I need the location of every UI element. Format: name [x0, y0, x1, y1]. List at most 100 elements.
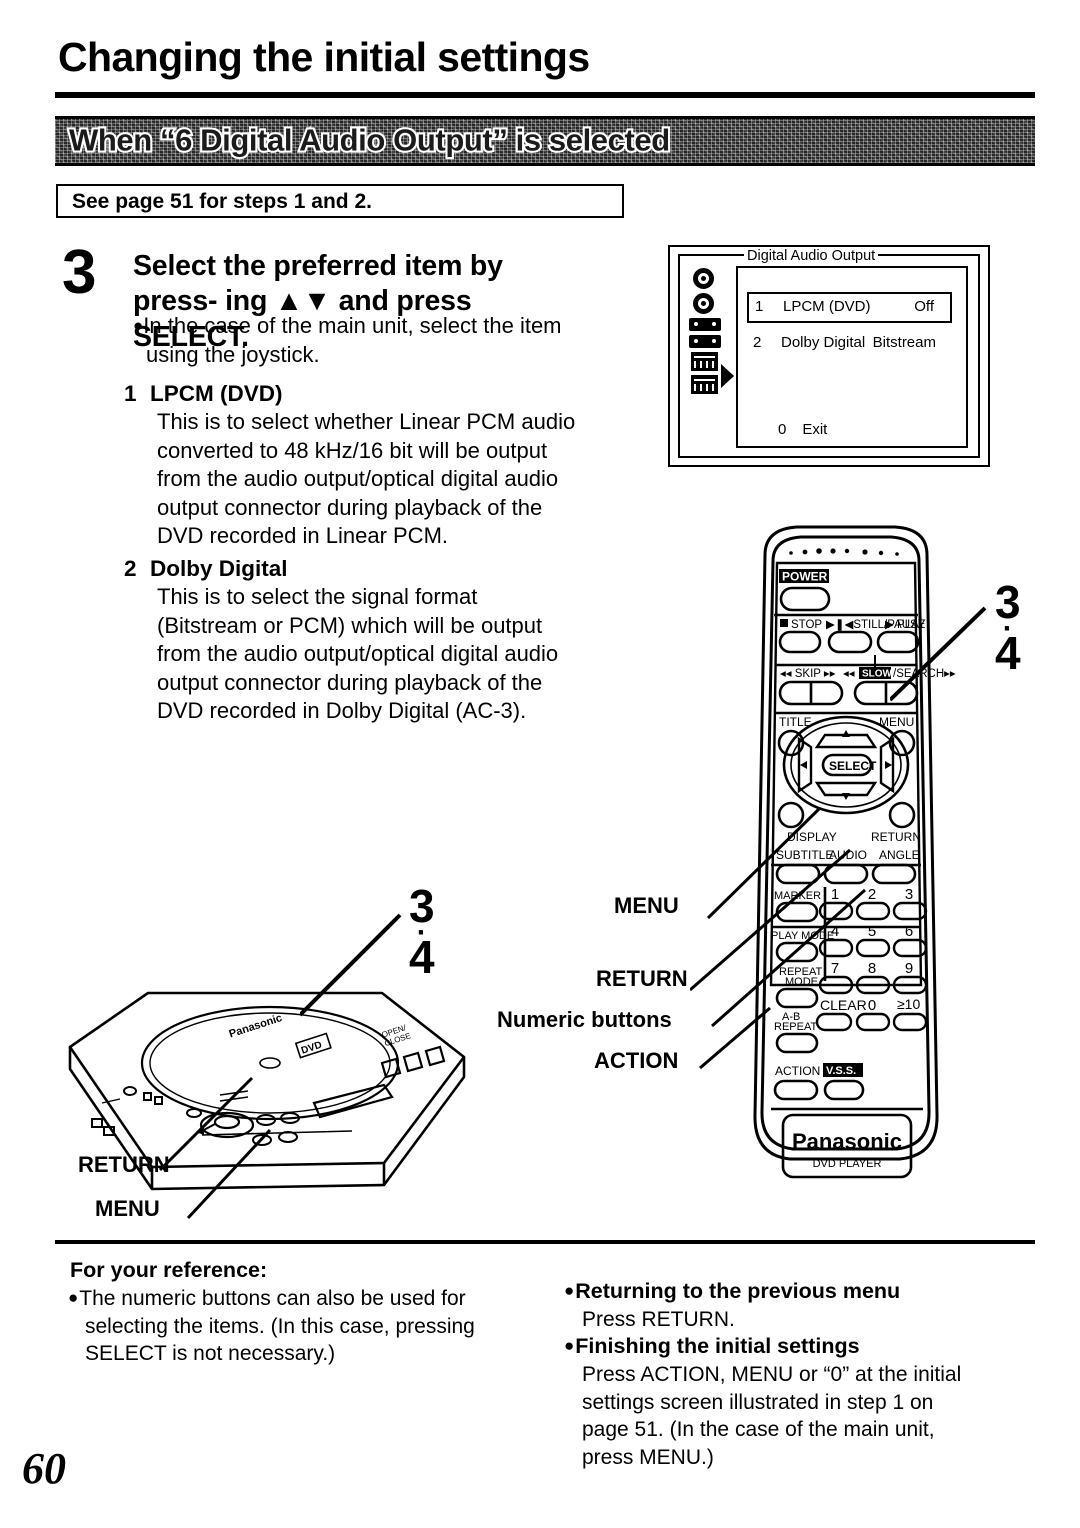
- video-output-icon: [689, 318, 721, 331]
- manual-page: Changing the initial settings When “6 Di…: [0, 0, 1080, 1528]
- left-arrow-icon: [800, 761, 807, 769]
- svg-text:POWER: POWER: [782, 570, 828, 584]
- osd-selection-pointer-icon: [721, 364, 734, 388]
- footer-right-body: Press ACTION, MENU or “0” at the initial…: [564, 1361, 1034, 1471]
- footer-right-body: Press RETURN.: [564, 1306, 1034, 1334]
- callout-unit-menu: MENU: [95, 1196, 160, 1221]
- osd-row-highlighted[interactable]: 1 LPCM (DVD) Off: [747, 292, 952, 323]
- callout-menu: MENU: [614, 893, 679, 918]
- osd-row-value: Bitstream: [872, 334, 936, 351]
- osd-panel: Digital Audio Output 1 LPCM (DVD) Off 2 …: [736, 248, 968, 448]
- footer-right-heading: ●Finishing the initial settings: [564, 1333, 1034, 1361]
- osd-exit-label: Exit: [802, 421, 828, 438]
- item-body-line: output connector during playback of the: [157, 494, 543, 520]
- osd-row-value: Off: [914, 298, 934, 315]
- bullet-icon: ●: [564, 1336, 575, 1356]
- stop-button: [778, 630, 822, 654]
- step-note-line1: In the case of the main unit, select the…: [143, 313, 562, 338]
- item-body-line: This is to select the signal format: [157, 584, 478, 609]
- item-dolby-digital: 2 Dolby Digital This is to select the sig…: [124, 556, 656, 726]
- osd-screen-bezel: Digital Audio Output 1 LPCM (DVD) Off 2 …: [678, 248, 980, 458]
- footer-left-line: SELECT is not necessary.): [85, 1342, 336, 1365]
- item-heading: 2 Dolby Digital: [124, 556, 656, 582]
- svg-text:STOP: STOP: [791, 619, 822, 631]
- osd-exit-row[interactable]: 0 Exit: [778, 421, 827, 438]
- section-banner-label: When “6 Digital Audio Output” is selecte…: [67, 120, 672, 159]
- item-body-line: output connector during playback of the: [157, 669, 543, 695]
- footer-right-line: settings screen illustrated in step 1 on: [582, 1390, 934, 1414]
- step-note-line2: using the joystick.: [146, 341, 320, 367]
- ir-window-dots: [789, 548, 899, 556]
- item-body-line: from the audio output/optical digital au…: [157, 466, 559, 492]
- item-body-line: DVD recorded in Linear PCM.: [157, 523, 449, 549]
- footer-right-heading: ●Returning to the previous menu: [564, 1278, 1034, 1306]
- item-body-line: converted to 48 kHz/16 bit will be outpu…: [157, 437, 548, 463]
- svg-text:Panasonic: Panasonic: [228, 1012, 284, 1040]
- item-number: 1: [124, 381, 137, 406]
- title-divider: [55, 92, 1035, 98]
- brand-logo: Panasonic: [792, 1129, 902, 1154]
- page-title: Changing the initial settings: [58, 34, 590, 80]
- disc-icon: [693, 293, 714, 314]
- item-body-line: This is to select whether Linear PCM aud…: [157, 409, 576, 434]
- unit-side-buttons: [380, 1045, 446, 1079]
- display-settings-icon: [691, 352, 718, 371]
- item-body: This is to select the signal format (Bit…: [124, 583, 656, 726]
- footer-right-line: press MENU.): [582, 1445, 714, 1469]
- step-note: ●In the case of the main unit, select th…: [133, 312, 648, 369]
- still-pause-button: [827, 630, 873, 654]
- audio-output-icon: [689, 335, 721, 348]
- osd-row[interactable]: 2 Dolby Digital Bitstream: [747, 330, 952, 354]
- player-brand: Panasonic: [228, 1012, 284, 1040]
- item-body-line: from the audio output/optical digital au…: [157, 641, 559, 667]
- item-title: Dolby Digital: [150, 556, 288, 581]
- item-body: This is to select whether Linear PCM aud…: [124, 408, 656, 551]
- right-arrow-icon: [885, 761, 892, 769]
- page-number: 60: [22, 1444, 66, 1493]
- item-lpcm-dvd: 1 LPCM (DVD) This is to select whether Li…: [124, 381, 656, 551]
- footer-right-heading-text: Returning to the previous menu: [575, 1279, 901, 1303]
- footer-left-note: ●The numeric buttons can also be used fo…: [68, 1285, 548, 1368]
- callout-action: ACTION: [594, 1048, 679, 1073]
- footer-right-line: Press ACTION, MENU or “0” at the initial: [582, 1363, 962, 1387]
- bullet-icon: ●: [68, 1288, 79, 1307]
- osd-exit-number: 0: [778, 421, 787, 438]
- bullet-icon: ●: [133, 316, 144, 335]
- footer-right-notes: ●Returning to the previous menu Press RE…: [564, 1278, 1034, 1471]
- digital-audio-output-icon: [691, 375, 718, 394]
- item-number: 2: [124, 556, 137, 581]
- svg-text:◂◂: ◂◂: [843, 668, 855, 680]
- osd-row-number: 1: [755, 298, 764, 315]
- item-body-line: DVD recorded in Dolby Digital (AC-3).: [157, 698, 527, 724]
- svg-text:◂◂ SKIP ▸▸: ◂◂ SKIP ▸▸: [780, 668, 836, 680]
- item-heading: 1 LPCM (DVD): [124, 381, 656, 407]
- osd-row-label: LPCM (DVD): [783, 298, 871, 315]
- up-arrow-icon: [842, 730, 850, 737]
- footer-right-line: Press RETURN.: [582, 1307, 735, 1331]
- footer-left-line: The numeric buttons can also be used for: [79, 1287, 466, 1310]
- disc-icon: [693, 268, 714, 289]
- callout-return: RETURN: [596, 966, 688, 991]
- see-page-text: See page 51 for steps 1 and 2.: [72, 190, 372, 213]
- osd-row-label: Dolby Digital: [781, 334, 866, 351]
- svg-text:SELECT: SELECT: [829, 759, 877, 773]
- item-body-line: (Bitstream or PCM) which will be output: [157, 612, 543, 638]
- power-button: [779, 586, 831, 612]
- marker-leader-right: [890, 606, 987, 702]
- footer-right-heading-text: Finishing the initial settings: [575, 1334, 860, 1359]
- footer-right-line: page 51. (In the case of the main unit,: [582, 1418, 935, 1442]
- remote-callout-leaders: [690, 806, 866, 1070]
- product-label: DVD PLAYER: [813, 1158, 882, 1170]
- svg-text:SLOW: SLOW: [862, 669, 893, 680]
- callout-numeric-buttons: Numeric buttons: [497, 1007, 672, 1032]
- bullet-icon: ●: [564, 1281, 575, 1300]
- footer-divider: [55, 1240, 1035, 1244]
- callout-unit-return: RETURN: [78, 1152, 170, 1177]
- osd-row-number: 2: [753, 334, 762, 351]
- osd-title: Digital Audio Output: [744, 248, 879, 264]
- footer-left-line: selecting the items. (In this case, pres…: [85, 1314, 475, 1338]
- unit-callout-leaders: [158, 1076, 272, 1220]
- step-number: 3: [62, 238, 97, 307]
- footer-heading: For your reference:: [70, 1258, 268, 1282]
- section-banner: When “6 Digital Audio Output” is selecte…: [55, 116, 1035, 166]
